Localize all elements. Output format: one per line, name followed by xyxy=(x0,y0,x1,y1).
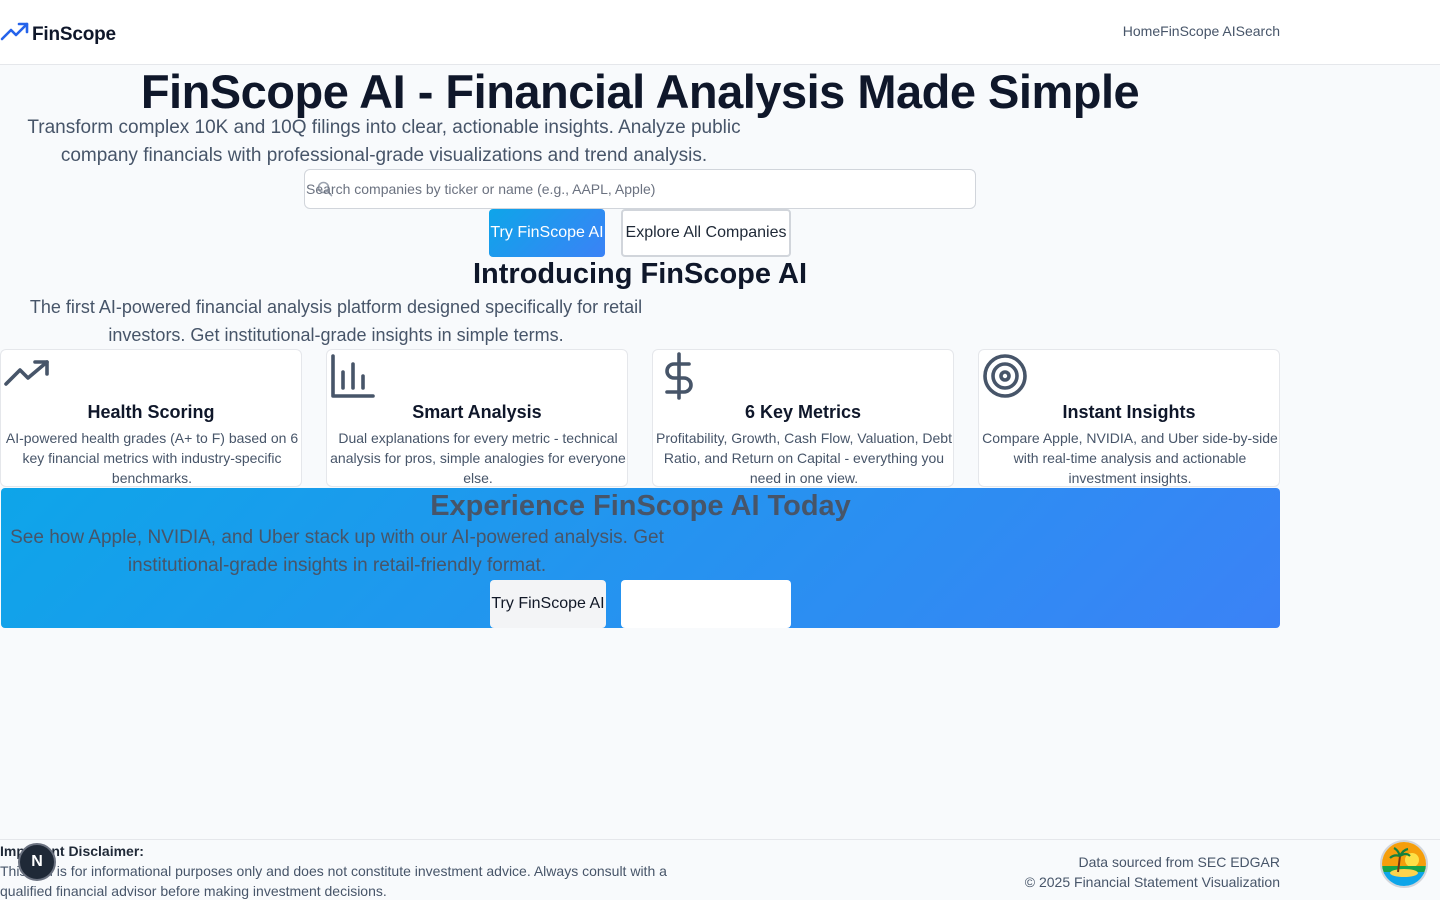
site-footer: Important Disclaimer: This tool is for i… xyxy=(0,839,1440,900)
hero-subtitle: Transform complex 10K and 10Q filings in… xyxy=(27,117,741,166)
feature-card-key-metrics: 6 Key Metrics Profitability, Growth, Cas… xyxy=(652,349,954,487)
search-box xyxy=(304,169,976,209)
feature-description: Dual explanations for every metric - tec… xyxy=(330,430,626,486)
target-icon xyxy=(981,352,1029,405)
nav-item-search[interactable]: Search xyxy=(1236,23,1280,39)
nav-item-finscope-ai[interactable]: FinScope AI xyxy=(1160,23,1236,39)
hero-title: FinScope AI - Financial Analysis Made Si… xyxy=(140,65,1140,118)
trending-up-icon xyxy=(0,20,30,49)
cta-try-finscope-ai-button[interactable]: Try FinScope AI xyxy=(490,580,606,628)
intro-subtitle: The first AI-powered financial analysis … xyxy=(29,297,643,345)
feature-card-health-scoring: Health Scoring AI-powered health grades … xyxy=(0,349,302,487)
feature-title: Instant Insights xyxy=(1062,402,1196,422)
main-nav: Home FinScope AI Search xyxy=(1123,23,1280,39)
trending-up-icon xyxy=(3,352,51,405)
explore-all-companies-button[interactable]: Explore All Companies xyxy=(621,209,791,257)
search-input[interactable] xyxy=(305,170,975,208)
intro-title: Introducing FinScope AI xyxy=(472,258,808,290)
cta-subtitle: See how Apple, NVIDIA, and Uber stack up… xyxy=(10,527,664,576)
feature-card-smart-analysis: Smart Analysis Dual explanations for eve… xyxy=(326,349,628,487)
disclaimer-text: This tool is for informational purposes … xyxy=(0,863,667,899)
cta-secondary-button[interactable] xyxy=(621,580,791,628)
data-source: Data sourced from SEC EDGAR xyxy=(1078,854,1280,870)
cta-banner: Experience FinScope AI Today See how App… xyxy=(1,488,1280,628)
feature-description: Compare Apple, NVIDIA, and Uber side-by-… xyxy=(982,430,1278,486)
feature-card-instant-insights: Instant Insights Compare Apple, NVIDIA, … xyxy=(978,349,1280,487)
island-avatar-icon xyxy=(1382,842,1426,886)
footer-info: Data sourced from SEC EDGAR © 2025 Finan… xyxy=(1025,852,1280,892)
feature-title: 6 Key Metrics xyxy=(744,402,862,422)
bar-chart-icon xyxy=(329,352,377,405)
try-finscope-ai-button[interactable]: Try FinScope AI xyxy=(489,209,605,257)
feature-title: Smart Analysis xyxy=(412,402,542,422)
feature-description: AI-powered health grades (A+ to F) based… xyxy=(5,430,299,486)
avatar[interactable] xyxy=(1380,840,1428,888)
nav-item-home[interactable]: Home xyxy=(1123,23,1160,39)
brand-name: FinScope xyxy=(32,23,116,45)
feature-description: Profitability, Growth, Cash Flow, Valuat… xyxy=(656,430,952,486)
copyright: © 2025 Financial Statement Visualization xyxy=(1024,874,1280,890)
site-header: FinScope Home FinScope AI Search xyxy=(0,0,1440,65)
dev-tools-badge[interactable]: N xyxy=(18,843,56,881)
feature-title: Health Scoring xyxy=(87,402,215,422)
brand-logo[interactable]: FinScope xyxy=(0,20,116,49)
dollar-icon xyxy=(655,352,703,405)
cta-title: Experience FinScope AI Today xyxy=(430,490,851,522)
